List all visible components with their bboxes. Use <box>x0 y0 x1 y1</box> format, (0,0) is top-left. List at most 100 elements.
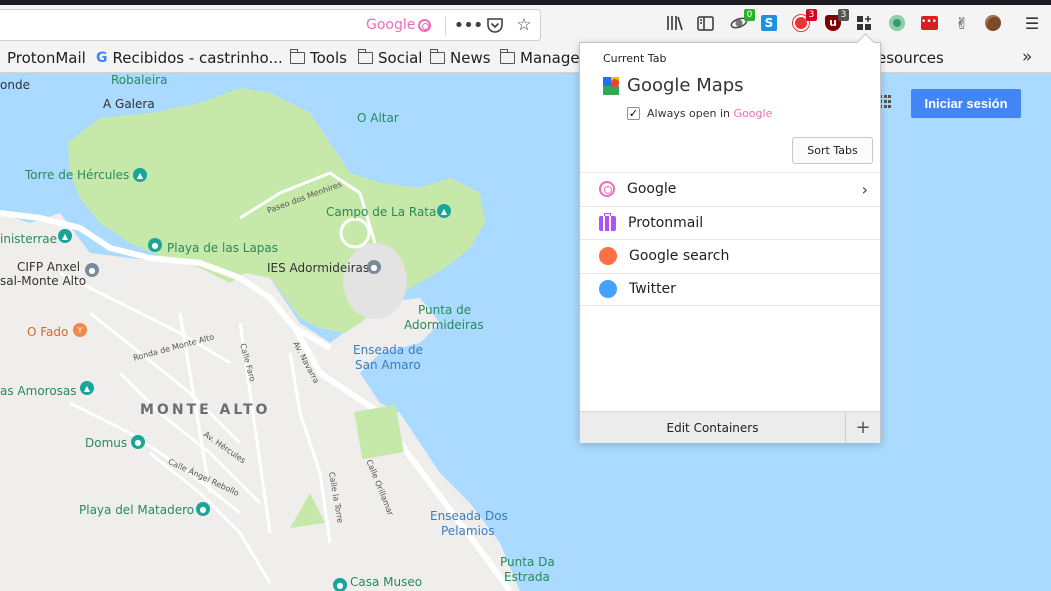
map-label-casa-museo: Casa Museo <box>350 575 423 589</box>
url-container-indicator[interactable]: Google <box>366 17 432 33</box>
map-label-playa-lapas: Playa de las Lapas <box>167 241 279 255</box>
school-pin-icon[interactable]: ● <box>367 260 381 274</box>
map-label-enseada-dp-2: Pelamios <box>441 524 495 538</box>
bookmark-folder[interactable]: esources <box>877 49 944 67</box>
containers-icon[interactable] <box>854 13 874 33</box>
map-label-finisterrae: inisterrae <box>0 232 58 246</box>
museum-pin-icon[interactable]: ● <box>131 435 145 449</box>
browser-toolbar: Google ••• ☆ 0 S 3 u 3 ••• ✌ ☰ <box>0 0 1051 44</box>
always-open-prefix: Always open in <box>647 107 731 120</box>
signin-button[interactable]: Iniciar sesión <box>911 89 1021 118</box>
bookmark-star-icon[interactable]: ☆ <box>513 14 535 36</box>
tab-strip-edge <box>0 0 1051 5</box>
folder-icon <box>429 49 445 64</box>
popup-heading: Current Tab <box>603 52 667 65</box>
current-tab-title: Google Maps <box>627 75 744 96</box>
container-item-protonmail[interactable]: Protonmail <box>580 205 880 240</box>
map-label-onde: onde <box>0 78 30 92</box>
always-open-container: Google <box>733 107 773 120</box>
map-label-enseada-dp: Enseada Dos <box>430 509 508 523</box>
map-label-o-altar: O Altar <box>357 111 399 125</box>
map-label-punta-estrada: Punta Da <box>500 555 555 569</box>
url-bar[interactable]: Google ••• ☆ <box>0 9 541 41</box>
briefcase-icon <box>599 213 616 232</box>
always-open-option[interactable]: ✓ Always open in Google <box>627 107 772 120</box>
sidebar-icon[interactable] <box>695 13 715 33</box>
map-label-ies: IES Adormideiras <box>267 261 370 275</box>
always-open-text: Always open in Google <box>647 107 772 120</box>
map-label-salmonte: sal-Monte Alto <box>0 274 87 288</box>
bookmarks-bar: ProtonMail G Recibidos - castrinho... To… <box>0 44 1051 73</box>
extension-dots-icon[interactable]: ••• <box>919 13 939 33</box>
page-actions-icon[interactable]: ••• <box>454 14 484 36</box>
privacy-badger-icon[interactable]: 3 <box>791 9 817 33</box>
current-tab-site: Google Maps <box>603 75 744 96</box>
bookmark-item[interactable]: ProtonMail <box>7 49 86 67</box>
container-name: Google <box>627 181 677 198</box>
map-label-district: MONTE ALTO <box>140 402 271 418</box>
bookmark-label: Recibidos - castrinho... <box>112 49 283 67</box>
place-pin-icon[interactable]: ▲ <box>437 204 451 218</box>
bookmark-folder[interactable]: Manager <box>499 49 586 67</box>
library-icon[interactable] <box>665 13 685 33</box>
map-label-enseada-sa-2: San Amaro <box>355 358 421 372</box>
folder-icon <box>357 49 373 64</box>
fingerprint-icon <box>599 181 615 198</box>
fingerprint-icon <box>418 18 432 32</box>
map-label-cifp: CIFP Anxel <box>17 260 81 274</box>
sort-tabs-button[interactable]: Sort Tabs <box>792 137 873 164</box>
add-container-button[interactable]: + <box>846 412 880 443</box>
extension-s-icon[interactable]: S <box>759 13 779 33</box>
container-item-twitter[interactable]: Twitter <box>580 272 880 306</box>
map-view[interactable]: onde Robaleira A Galera O Altar Torre de… <box>0 73 1051 591</box>
chevron-right-icon[interactable]: › <box>862 180 868 199</box>
badge-count: 3 <box>838 9 849 21</box>
extension-planet-icon[interactable]: 0 <box>729 9 755 33</box>
place-pin-icon[interactable]: ▲ <box>80 381 94 395</box>
camera-pin-icon[interactable]: ● <box>196 502 210 516</box>
bookmark-folder[interactable]: Tools <box>289 49 347 67</box>
map-label-domus: Domus <box>85 436 128 450</box>
url-container-label: Google <box>366 17 416 33</box>
folder-icon <box>499 49 515 64</box>
bookmark-label: esources <box>877 49 944 67</box>
popup-footer: Edit Containers + <box>580 411 880 443</box>
ublock-origin-icon[interactable]: u 3 <box>823 9 849 33</box>
map-label-torre-hercules: Torre de Hércules <box>25 168 130 182</box>
bookmark-label: News <box>450 49 491 67</box>
bookmark-folder[interactable]: Social <box>357 49 423 67</box>
container-item-google[interactable]: Google › <box>580 172 880 206</box>
container-list: Google › Protonmail Google search Twitte… <box>580 172 880 306</box>
google-icon: G <box>96 50 108 66</box>
place-pin-icon[interactable]: ▲ <box>133 168 147 182</box>
map-label-matadero: Playa del Matadero <box>79 503 195 517</box>
edit-containers-button[interactable]: Edit Containers <box>580 412 846 443</box>
map-label-campo-rata: Campo de La Rata <box>326 205 437 219</box>
extension-green-circle-icon[interactable] <box>887 13 907 33</box>
hamburger-menu-icon[interactable]: ☰ <box>1022 13 1042 33</box>
circle-icon <box>599 280 617 299</box>
place-pin-icon[interactable]: ▲ <box>58 229 72 243</box>
badge-count: 3 <box>806 9 817 21</box>
container-item-google-search[interactable]: Google search <box>580 239 880 273</box>
containers-popup: Current Tab Google Maps ✓ Always open in… <box>579 42 881 443</box>
pocket-icon[interactable] <box>484 14 506 36</box>
map-label-o-fado: O Fado <box>27 325 69 339</box>
always-open-checkbox[interactable]: ✓ <box>627 107 640 120</box>
bookmark-label: Social <box>378 49 423 67</box>
cookie-icon[interactable] <box>983 13 1003 33</box>
bookmarks-overflow-icon[interactable]: » <box>1022 47 1032 67</box>
map-label-amorosas: as Amorosas <box>0 384 77 398</box>
google-maps-icon <box>603 76 619 95</box>
map-label-enseada-sa: Enseada de <box>353 343 423 357</box>
map-label-punta-ador-2: Adormideiras <box>404 318 484 332</box>
restaurant-pin-icon[interactable]: Y <box>73 323 87 337</box>
school-pin-icon[interactable]: ● <box>85 263 99 277</box>
gnome-foot-icon[interactable]: ✌ <box>952 13 972 33</box>
map-label-punta-ador: Punta de <box>418 303 472 317</box>
museum-pin-icon[interactable]: ● <box>333 578 347 591</box>
bookmark-folder[interactable]: News <box>429 49 491 67</box>
camera-pin-icon[interactable]: ● <box>148 238 162 252</box>
folder-icon <box>289 49 305 64</box>
bookmark-item[interactable]: G Recibidos - castrinho... <box>96 49 283 67</box>
